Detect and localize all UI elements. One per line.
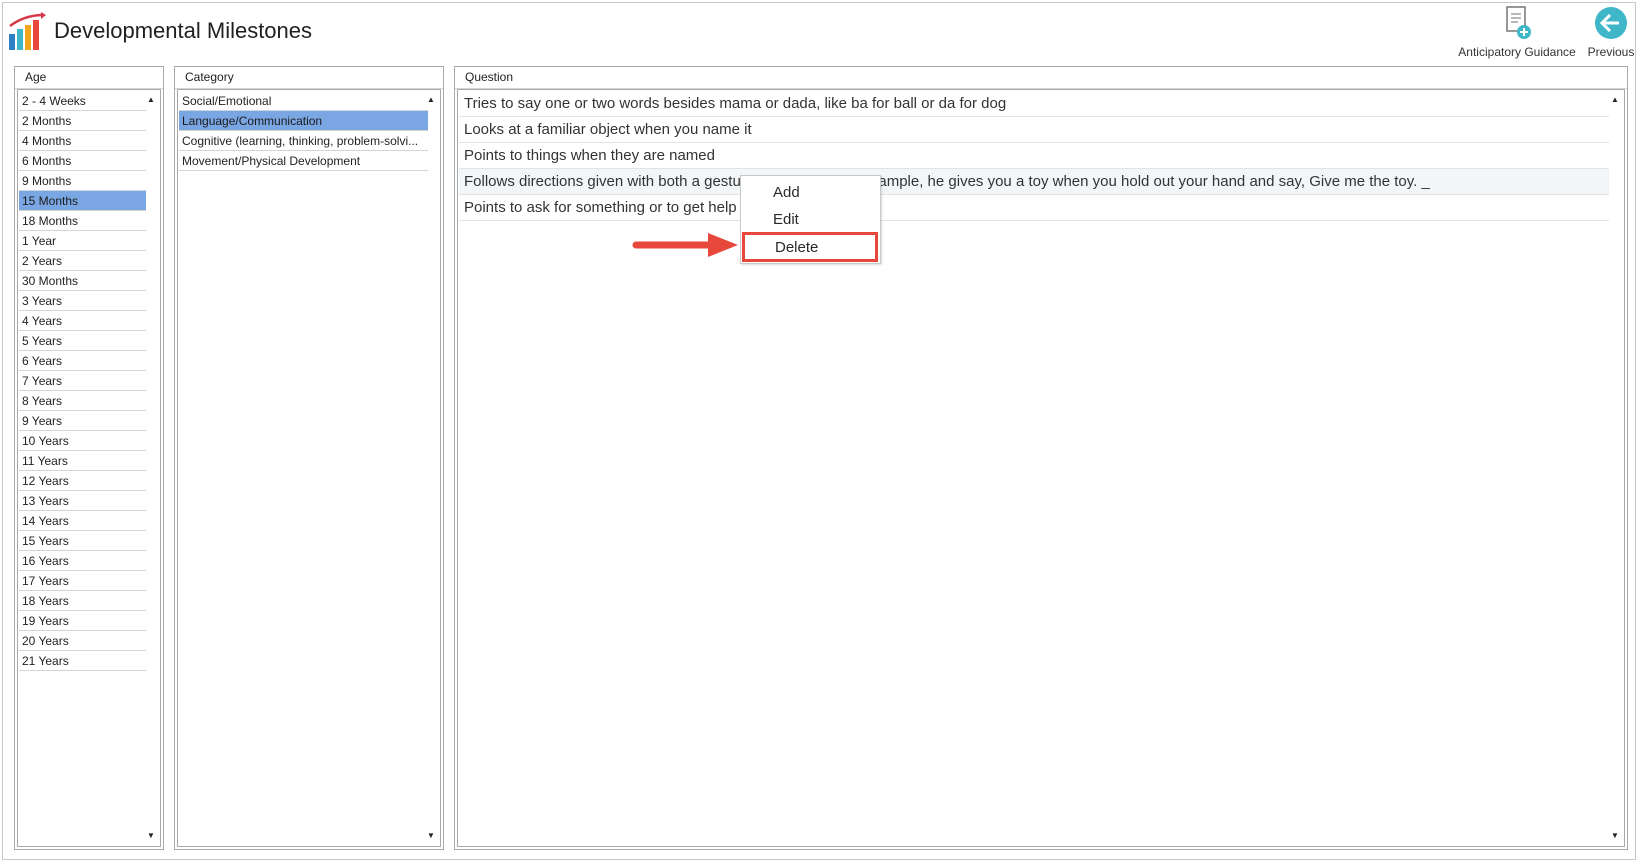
list-item[interactable]: 9 Years xyxy=(19,411,146,431)
age-column-header: Age xyxy=(15,67,163,89)
list-item[interactable]: 4 Months xyxy=(19,131,146,151)
context-menu-edit[interactable]: Edit xyxy=(741,206,880,233)
list-item[interactable]: Movement/Physical Development xyxy=(179,151,428,171)
anticipatory-guidance-button[interactable]: Anticipatory Guidance xyxy=(1455,4,1579,59)
list-item[interactable]: 4 Years xyxy=(19,311,146,331)
page-title: Developmental Milestones xyxy=(54,18,313,43)
list-item[interactable]: 30 Months xyxy=(19,271,146,291)
list-item[interactable]: 9 Months xyxy=(19,171,146,191)
list-item[interactable]: 8 Years xyxy=(19,391,146,411)
list-item[interactable]: 2 Months xyxy=(19,111,146,131)
list-item[interactable]: 18 Years xyxy=(19,591,146,611)
question-row[interactable]: Tries to say one or two words besides ma… xyxy=(459,91,1609,117)
context-menu-delete[interactable]: Delete xyxy=(742,232,878,262)
question-list-box[interactable]: Tries to say one or two words besides ma… xyxy=(457,89,1625,847)
scroll-up-arrow-icon[interactable]: ▲ xyxy=(1608,93,1622,107)
list-item[interactable]: 3 Years xyxy=(19,291,146,311)
list-item[interactable]: 14 Years xyxy=(19,511,146,531)
previous-button[interactable]: Previous xyxy=(1583,4,1639,59)
question-row[interactable]: Points to things when they are named xyxy=(459,143,1609,169)
list-item[interactable]: 18 Months xyxy=(19,211,146,231)
scroll-up-arrow-icon[interactable]: ▲ xyxy=(424,93,438,107)
list-item[interactable]: 2 Years xyxy=(19,251,146,271)
back-arrow-circle-icon xyxy=(1595,7,1627,39)
list-item[interactable]: Social/Emotional xyxy=(179,91,428,111)
list-item[interactable]: 20 Years xyxy=(19,631,146,651)
category-panel: Category Social/Emotional Language/Commun… xyxy=(174,66,444,850)
list-item[interactable]: 15 Months xyxy=(19,191,146,211)
list-item[interactable]: 11 Years xyxy=(19,451,146,471)
age-panel: Age 2 - 4 Weeks 2 Months 4 Months 6 Months 9… xyxy=(14,66,164,850)
list-item[interactable]: 21 Years xyxy=(19,651,146,671)
list-item[interactable]: 17 Years xyxy=(19,571,146,591)
list-item[interactable]: 16 Years xyxy=(19,551,146,571)
list-item[interactable]: 15 Years xyxy=(19,531,146,551)
question-row[interactable]: Follows directions given with both a ges… xyxy=(459,169,1609,195)
callout-arrow-icon xyxy=(632,233,738,257)
context-menu: Add Edit Delete xyxy=(740,175,881,264)
list-item[interactable]: 2 - 4 Weeks xyxy=(19,91,146,111)
bar-chart-growth-icon xyxy=(9,12,46,50)
list-item[interactable]: 6 Months xyxy=(19,151,146,171)
question-row[interactable]: Points to ask for something or to get he… xyxy=(459,195,1609,221)
scroll-down-arrow-icon[interactable]: ▼ xyxy=(1608,829,1622,843)
app-window: Developmental Milestones Anticipatory Gu… xyxy=(0,0,1641,864)
list-item[interactable]: 10 Years xyxy=(19,431,146,451)
scroll-up-arrow-icon[interactable]: ▲ xyxy=(144,93,158,107)
document-add-icon xyxy=(1506,6,1531,39)
list-item[interactable]: 1 Year xyxy=(19,231,146,251)
previous-label: Previous xyxy=(1587,45,1635,59)
question-list: Tries to say one or two words besides ma… xyxy=(459,91,1609,221)
category-list: Social/Emotional Language/Communication Co… xyxy=(179,91,428,171)
question-panel: Question Tries to say one or two words b… xyxy=(454,66,1628,850)
list-item[interactable]: Language/Communication xyxy=(179,111,428,131)
list-item[interactable]: 19 Years xyxy=(19,611,146,631)
list-item[interactable]: Cognitive (learning, thinking, problem-s… xyxy=(179,131,428,151)
anticipatory-guidance-label: Anticipatory Guidance xyxy=(1458,45,1576,59)
scroll-down-arrow-icon[interactable]: ▼ xyxy=(424,829,438,843)
list-item[interactable]: 12 Years xyxy=(19,471,146,491)
list-item[interactable]: 5 Years xyxy=(19,331,146,351)
list-item[interactable]: 6 Years xyxy=(19,351,146,371)
list-item[interactable]: 13 Years xyxy=(19,491,146,511)
list-item[interactable]: 7 Years xyxy=(19,371,146,391)
context-menu-add[interactable]: Add xyxy=(741,179,880,206)
category-column-header: Category xyxy=(175,67,443,89)
question-row[interactable]: Looks at a familiar object when you name… xyxy=(459,117,1609,143)
scroll-down-arrow-icon[interactable]: ▼ xyxy=(144,829,158,843)
question-column-header: Question xyxy=(455,67,1627,89)
category-list-box[interactable]: Social/Emotional Language/Communication Co… xyxy=(177,89,441,847)
age-list: 2 - 4 Weeks 2 Months 4 Months 6 Months 9 Mon… xyxy=(19,91,146,671)
age-list-box[interactable]: 2 - 4 Weeks 2 Months 4 Months 6 Months 9 Mon… xyxy=(17,89,161,847)
